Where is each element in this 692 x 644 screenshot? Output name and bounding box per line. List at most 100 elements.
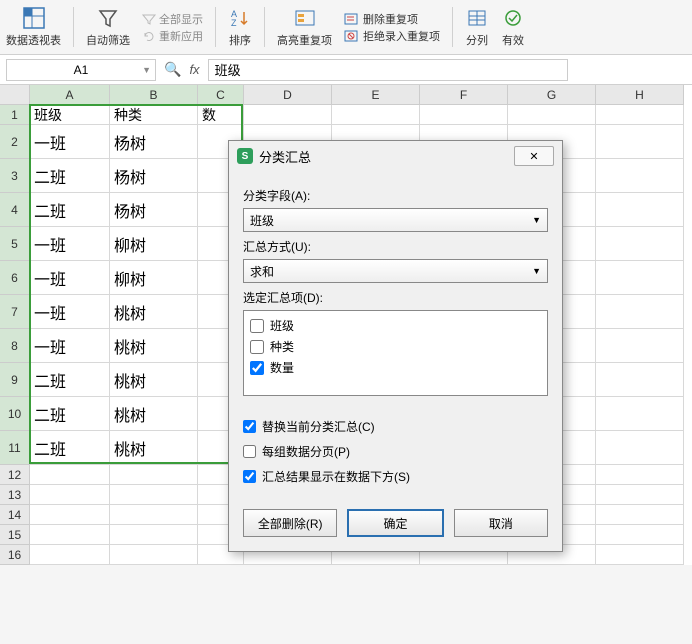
cell[interactable] (596, 227, 684, 261)
cell[interactable]: 种类 (110, 105, 198, 125)
remove-dup-button[interactable]: 删除重复项 (344, 11, 440, 27)
row-header[interactable]: 3 (0, 159, 30, 193)
row-header[interactable]: 16 (0, 545, 30, 565)
cell[interactable]: 一班 (30, 227, 110, 261)
option-checkbox[interactable] (243, 445, 256, 458)
cell[interactable] (596, 545, 684, 565)
text-to-columns-button[interactable]: 分列 (465, 6, 489, 48)
row-header[interactable]: 6 (0, 261, 30, 295)
row-header[interactable]: 5 (0, 227, 30, 261)
cell[interactable] (596, 105, 684, 125)
cell[interactable] (596, 397, 684, 431)
cell[interactable]: 一班 (30, 329, 110, 363)
summary-item[interactable]: 种类 (250, 336, 541, 357)
cell[interactable] (30, 485, 110, 505)
option-item[interactable]: 替换当前分类汇总(C) (243, 414, 548, 439)
highlight-dup-button[interactable]: 高亮重复项 (277, 6, 332, 48)
zoom-icon[interactable]: 🔍 (164, 61, 181, 78)
remove-all-button[interactable]: 全部删除(R) (243, 509, 337, 537)
column-header[interactable]: G (508, 85, 596, 105)
cancel-button[interactable]: 取消 (454, 509, 548, 537)
column-header[interactable]: H (596, 85, 684, 105)
column-header[interactable]: A (30, 85, 110, 105)
autofilter-button[interactable]: 自动筛选 (86, 6, 130, 48)
cell[interactable] (30, 465, 110, 485)
cell[interactable]: 桃树 (110, 329, 198, 363)
row-header[interactable]: 12 (0, 465, 30, 485)
column-header[interactable]: E (332, 85, 420, 105)
cell[interactable] (596, 431, 684, 465)
cell[interactable] (110, 465, 198, 485)
cell[interactable] (596, 525, 684, 545)
column-header[interactable]: B (110, 85, 198, 105)
cell[interactable] (244, 105, 332, 125)
cell[interactable] (508, 105, 596, 125)
option-checkbox[interactable] (243, 470, 256, 483)
cell[interactable]: 二班 (30, 159, 110, 193)
cell[interactable]: 杨树 (110, 193, 198, 227)
cell[interactable] (596, 485, 684, 505)
select-all-corner[interactable] (0, 85, 30, 105)
cell[interactable]: 一班 (30, 295, 110, 329)
group-field-select[interactable]: 班级 ▼ (243, 208, 548, 232)
cell[interactable]: 一班 (30, 261, 110, 295)
row-header[interactable]: 14 (0, 505, 30, 525)
summary-item-checkbox[interactable] (250, 319, 264, 333)
column-header[interactable]: F (420, 85, 508, 105)
cell[interactable]: 桃树 (110, 431, 198, 465)
row-header[interactable]: 11 (0, 431, 30, 465)
cell[interactable] (596, 261, 684, 295)
row-header[interactable]: 2 (0, 125, 30, 159)
dialog-close-button[interactable]: ✕ (514, 146, 554, 166)
validation-button[interactable]: 有效 (501, 6, 525, 48)
cell[interactable] (596, 125, 684, 159)
cell[interactable]: 数 (198, 105, 244, 125)
cell[interactable]: 杨树 (110, 125, 198, 159)
cell[interactable]: 二班 (30, 363, 110, 397)
row-header[interactable]: 15 (0, 525, 30, 545)
row-header[interactable]: 1 (0, 105, 30, 125)
cell[interactable]: 柳树 (110, 261, 198, 295)
cell[interactable]: 桃树 (110, 295, 198, 329)
cell[interactable]: 杨树 (110, 159, 198, 193)
summary-item-checkbox[interactable] (250, 361, 264, 375)
cell[interactable]: 二班 (30, 193, 110, 227)
summary-item[interactable]: 数量 (250, 357, 541, 378)
cell[interactable] (110, 525, 198, 545)
name-box[interactable]: A1 ▼ (6, 59, 156, 81)
column-header[interactable]: C (198, 85, 244, 105)
cell[interactable]: 桃树 (110, 363, 198, 397)
cell[interactable]: 柳树 (110, 227, 198, 261)
cell[interactable] (110, 505, 198, 525)
cell[interactable] (110, 545, 198, 565)
column-header[interactable]: D (244, 85, 332, 105)
cell[interactable] (110, 485, 198, 505)
row-header[interactable]: 13 (0, 485, 30, 505)
summary-method-select[interactable]: 求和 ▼ (243, 259, 548, 283)
cell[interactable] (596, 159, 684, 193)
cell[interactable] (596, 295, 684, 329)
cell[interactable]: 桃树 (110, 397, 198, 431)
summary-items-list[interactable]: 班级种类数量 (243, 310, 548, 396)
option-item[interactable]: 每组数据分页(P) (243, 439, 548, 464)
cell[interactable]: 班级 (30, 105, 110, 125)
formula-input[interactable]: 班级 (208, 59, 568, 81)
cell[interactable] (596, 465, 684, 485)
row-header[interactable]: 9 (0, 363, 30, 397)
summary-item-checkbox[interactable] (250, 340, 264, 354)
sort-button[interactable]: AZ 排序 (228, 6, 252, 48)
cell[interactable] (596, 193, 684, 227)
pivot-table-button[interactable]: 数据透视表 (6, 6, 61, 48)
cell[interactable]: 二班 (30, 397, 110, 431)
reject-dup-button[interactable]: 拒绝录入重复项 (344, 28, 440, 44)
cell[interactable]: 一班 (30, 125, 110, 159)
option-item[interactable]: 汇总结果显示在数据下方(S) (243, 464, 548, 489)
row-header[interactable]: 10 (0, 397, 30, 431)
cell[interactable]: 二班 (30, 431, 110, 465)
cell[interactable] (30, 545, 110, 565)
row-header[interactable]: 8 (0, 329, 30, 363)
row-header[interactable]: 4 (0, 193, 30, 227)
option-checkbox[interactable] (243, 420, 256, 433)
fx-label[interactable]: fx (189, 62, 199, 77)
summary-item[interactable]: 班级 (250, 315, 541, 336)
